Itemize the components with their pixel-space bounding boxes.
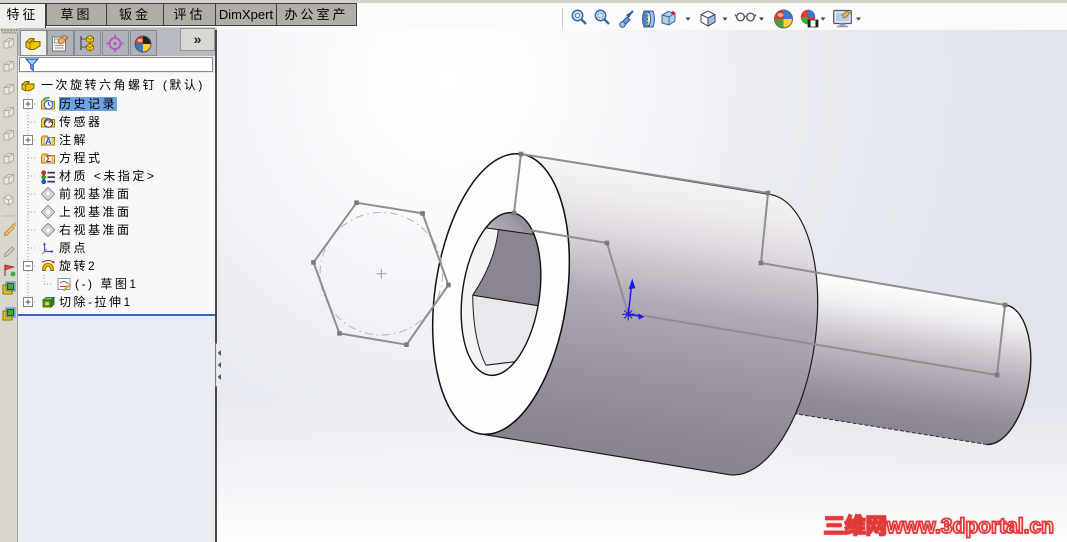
svg-text:A: A	[45, 136, 51, 146]
svg-text:Σ: Σ	[46, 154, 52, 164]
